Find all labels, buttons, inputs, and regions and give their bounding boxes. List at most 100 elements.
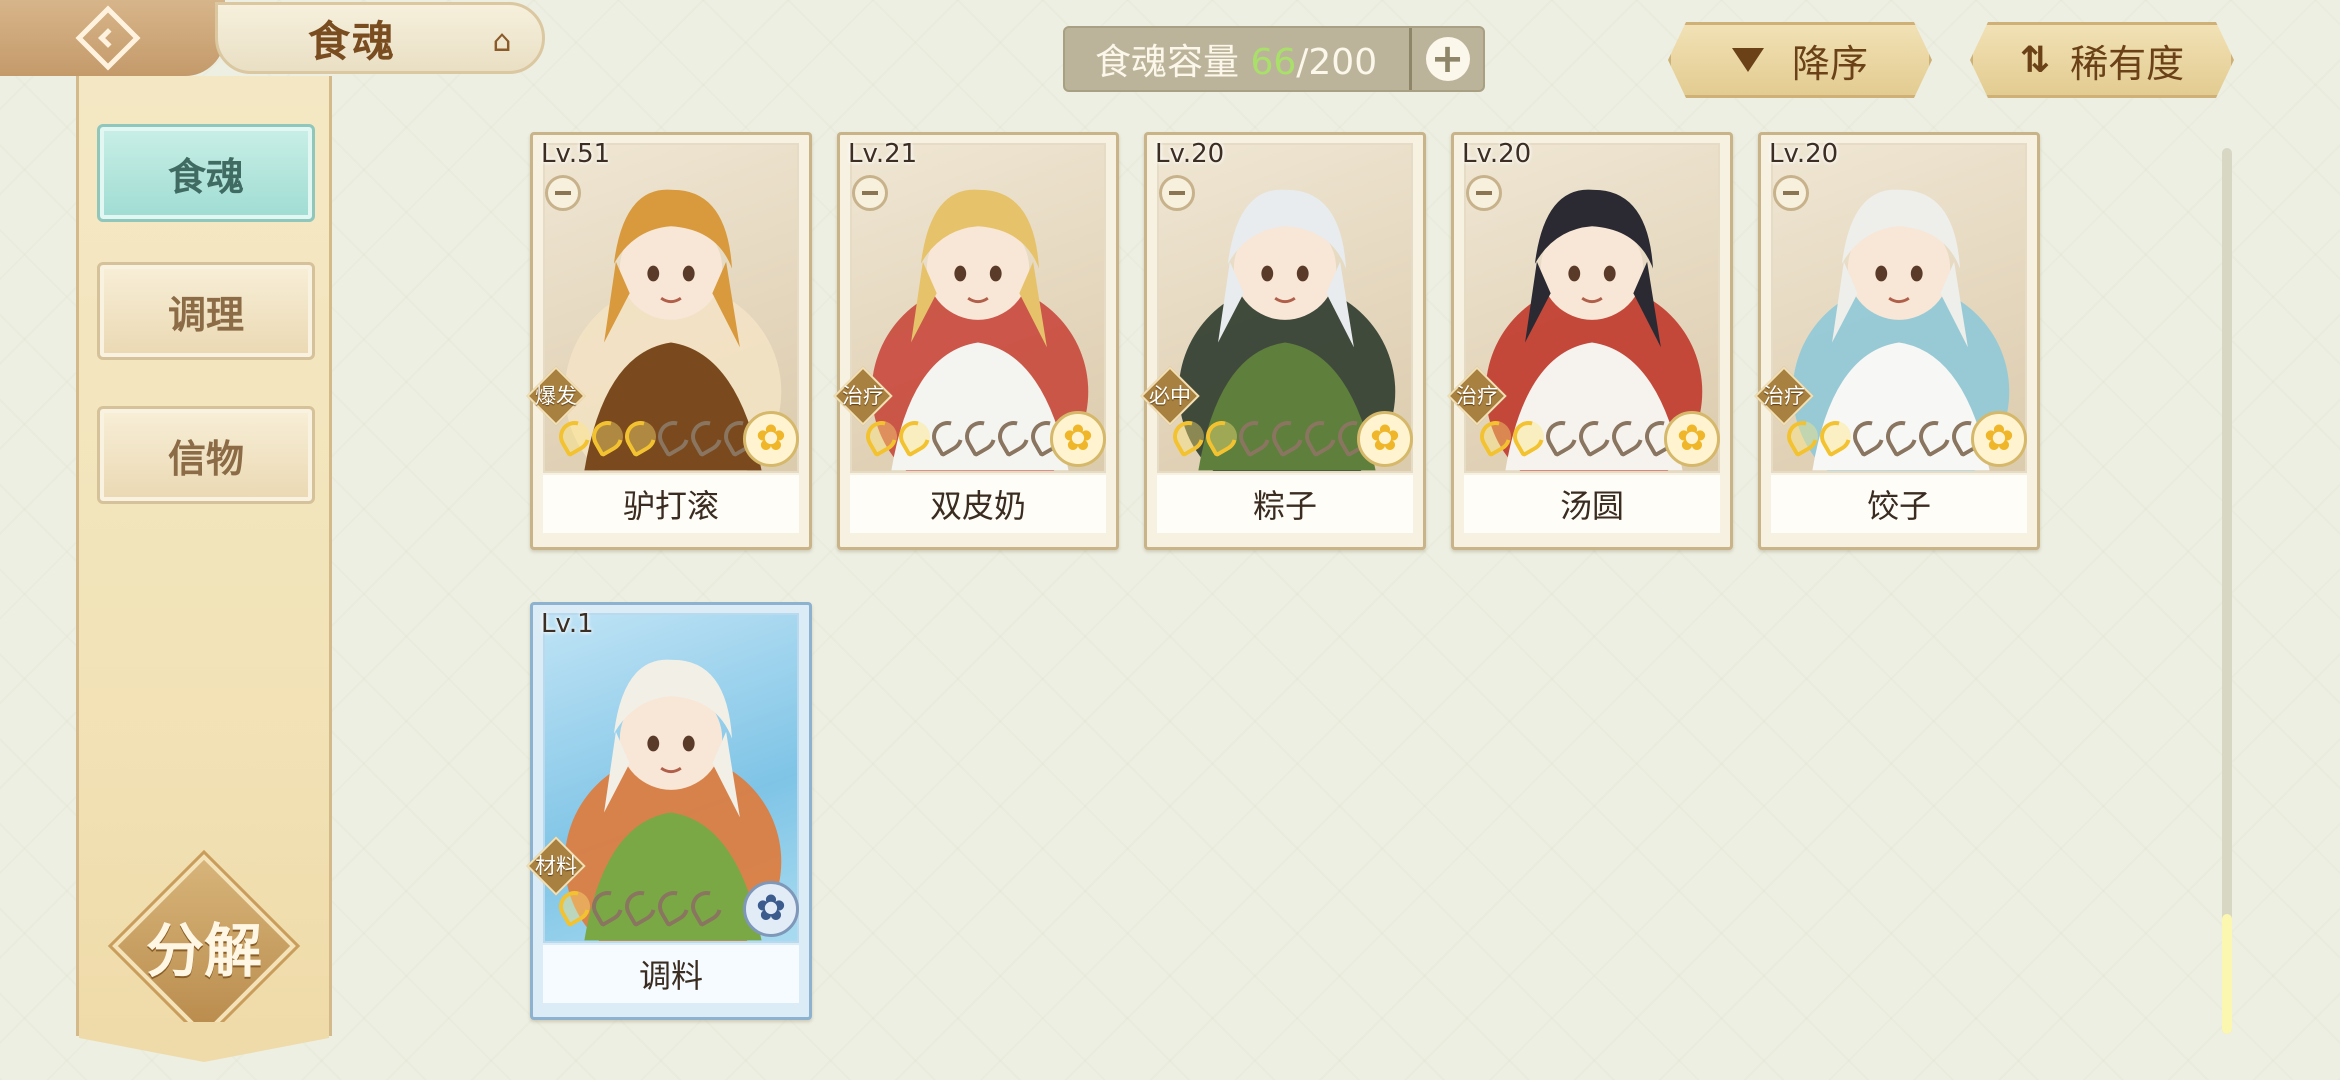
card-name-bar: 调料: [543, 945, 799, 1003]
grade-icon: [1474, 415, 1517, 458]
remove-icon[interactable]: [545, 175, 581, 211]
grade-icon: [926, 415, 969, 458]
grade-icon: [1847, 415, 1890, 458]
sort-order-button[interactable]: 降序: [1668, 22, 1932, 98]
role-badge: 治疗: [833, 366, 893, 426]
card-name: 双皮奶: [929, 487, 1026, 525]
tab-food-souls[interactable]: 食魂: [97, 124, 315, 222]
tab-conditioning[interactable]: 调理: [97, 262, 315, 360]
back-arrow-icon: [74, 5, 141, 71]
level-label: Lv.21: [848, 139, 918, 169]
grade-icon: [1606, 415, 1649, 458]
remove-icon[interactable]: [1159, 175, 1195, 211]
scrollbar[interactable]: [2222, 148, 2232, 1034]
back-button[interactable]: [0, 0, 225, 76]
grade-row: [553, 415, 761, 458]
role-badge: 爆发: [526, 366, 586, 426]
page-title: 食魂: [308, 16, 397, 66]
grade-icon: [1233, 415, 1276, 458]
tab-tokens[interactable]: 信物: [97, 406, 315, 504]
flower-icon: ✿: [1971, 411, 2027, 467]
card-name-bar: 双皮奶: [850, 475, 1106, 533]
grade-row: [860, 415, 1068, 458]
decompose-label: 分解: [145, 917, 262, 985]
grade-row: [1167, 415, 1375, 458]
swap-arrows-icon: ⇅: [2019, 39, 2043, 81]
grade-row: [1474, 415, 1682, 458]
grade-icon: [553, 415, 596, 458]
grade-icon: [619, 415, 662, 458]
grade-icon: [685, 415, 728, 458]
flower-icon: ✿: [1357, 411, 1413, 467]
food-soul-card[interactable]: Lv.21 治疗 ✿ 双皮奶: [833, 132, 1119, 550]
food-soul-grid: Lv.51 爆发 ✿ 驴打滚 Lv.21 治疗 ✿ 双皮奶 Lv.20 必中 ✿ 粽子 Lv.20…: [526, 132, 2050, 1032]
grade-icon: [1200, 415, 1243, 458]
grade-icon: [652, 885, 695, 928]
grade-icon: [685, 885, 728, 928]
role-badge: 治疗: [1447, 366, 1507, 426]
role-badge: 治疗: [1754, 366, 1814, 426]
food-soul-card[interactable]: Lv.20 治疗 ✿ 汤圆: [1447, 132, 1733, 550]
food-soul-card[interactable]: Lv.1 材料 ✿ 调料: [526, 602, 812, 1020]
plus-icon: +: [1425, 37, 1470, 81]
remove-icon[interactable]: [1773, 175, 1809, 211]
card-name-bar: 驴打滚: [543, 475, 799, 533]
food-soul-card[interactable]: Lv.51 爆发 ✿ 驴打滚: [526, 132, 812, 550]
level-label: Lv.20: [1769, 139, 1839, 169]
grade-row: [1781, 415, 1989, 458]
grade-icon: [1913, 415, 1956, 458]
sidebar: 食魂 调理 信物 分解: [76, 76, 332, 1062]
grade-icon: [1266, 415, 1309, 458]
food-soul-card[interactable]: Lv.20 必中 ✿ 粽子: [1140, 132, 1426, 550]
tab-label: 调理: [167, 291, 244, 337]
grade-icon: [893, 415, 936, 458]
food-soul-card[interactable]: Lv.20 治疗 ✿ 饺子: [1754, 132, 2040, 550]
flower-icon: ✿: [743, 881, 799, 937]
grade-icon: [619, 885, 662, 928]
grade-icon: [586, 885, 629, 928]
role-badge: 必中: [1140, 366, 1200, 426]
grade-icon: [1299, 415, 1342, 458]
sidebar-tassel: [79, 1022, 329, 1062]
role-label: 治疗: [1763, 384, 1805, 408]
grade-icon: [1507, 415, 1550, 458]
capacity-panel: 食魂容量 66/200 +: [1063, 26, 1485, 92]
level-label: Lv.1: [541, 609, 594, 639]
remove-icon[interactable]: [1466, 175, 1502, 211]
remove-icon[interactable]: [852, 175, 888, 211]
expand-capacity-button[interactable]: +: [1409, 28, 1483, 90]
grade-icon: [1814, 415, 1857, 458]
capacity-max: 200: [1308, 42, 1378, 83]
capacity-text: 食魂容量 66/200: [1065, 33, 1409, 85]
grade-icon: [1540, 415, 1583, 458]
grade-icon: [959, 415, 1002, 458]
grade-icon: [1781, 415, 1824, 458]
role-label: 爆发: [535, 384, 577, 408]
card-name-bar: 粽子: [1157, 475, 1413, 533]
triangle-down-icon: [1732, 48, 1764, 72]
card-name-bar: 汤圆: [1464, 475, 1720, 533]
tab-label: 食魂: [167, 153, 244, 199]
grade-row: [553, 885, 728, 928]
flower-icon: ✿: [1050, 411, 1106, 467]
capacity-current: 66: [1250, 42, 1297, 83]
grade-icon: [1880, 415, 1923, 458]
role-label: 治疗: [842, 384, 884, 408]
grade-icon: [992, 415, 1035, 458]
page-title-banner: 食魂 ⌂: [215, 2, 545, 74]
card-name: 饺子: [1866, 487, 1931, 525]
grade-icon: [860, 415, 903, 458]
capacity-label: 食魂容量: [1095, 42, 1251, 83]
card-name: 调料: [638, 957, 703, 995]
grade-icon: [1167, 415, 1210, 458]
card-name: 汤圆: [1559, 487, 1624, 525]
grade-icon: [586, 415, 629, 458]
tab-label: 信物: [167, 435, 244, 481]
decompose-button[interactable]: 分解: [107, 849, 301, 1043]
grade-icon: [1573, 415, 1616, 458]
capacity-separator: /: [1296, 42, 1309, 83]
sort-key-button[interactable]: ⇅ 稀有度: [1970, 22, 2234, 98]
level-label: Lv.20: [1462, 139, 1532, 169]
grade-icon: [652, 415, 695, 458]
scrollbar-thumb[interactable]: [2222, 914, 2232, 1034]
